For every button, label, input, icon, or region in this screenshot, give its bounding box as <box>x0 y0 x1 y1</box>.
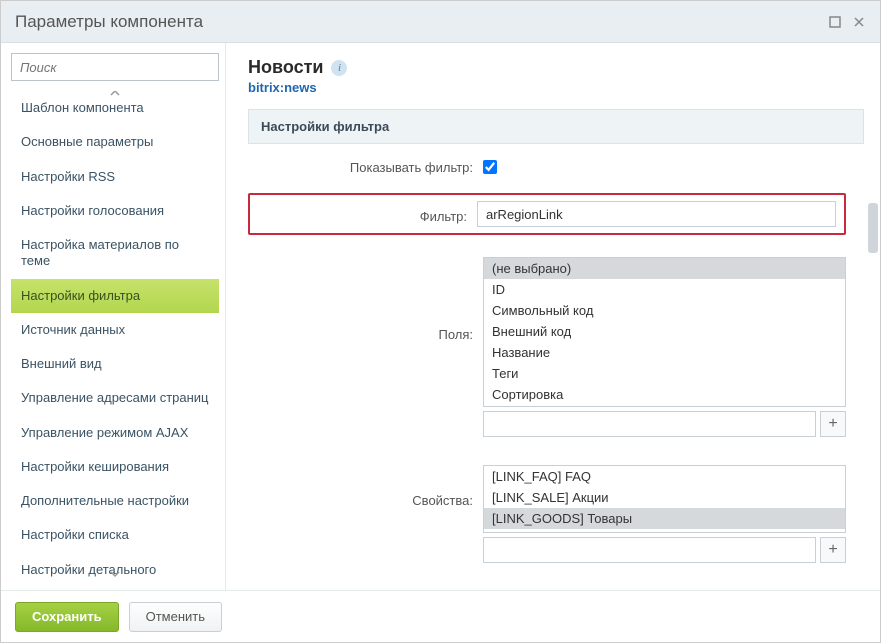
list-option[interactable]: Теги <box>484 363 845 384</box>
component-name: bitrix:news <box>248 80 864 95</box>
save-button[interactable]: Сохранить <box>15 602 119 632</box>
label-props: Свойства: <box>248 465 483 508</box>
sidebar-item[interactable]: Основные параметры <box>11 125 219 159</box>
sidebar-item[interactable]: Управление режимом AJAX <box>11 416 219 450</box>
dialog: Параметры компонента Шаблон компонентаОс… <box>0 0 881 643</box>
sidebar-item[interactable]: Внешний вид <box>11 347 219 381</box>
titlebar: Параметры компонента <box>1 1 880 43</box>
row-show-filter: Показывать фильтр: <box>248 156 846 177</box>
list-option[interactable]: (не выбрано) <box>484 258 845 279</box>
footer: Сохранить Отменить <box>1 590 880 642</box>
search-wrap <box>11 53 219 81</box>
scroll-up-icon[interactable] <box>107 91 123 101</box>
show-filter-checkbox[interactable] <box>483 160 497 174</box>
cancel-button[interactable]: Отменить <box>129 602 222 632</box>
info-icon[interactable]: i <box>331 60 347 76</box>
heading: Новости i <box>248 57 864 78</box>
nav-wrap: Шаблон компонентаОсновные параметрыНастр… <box>11 91 219 580</box>
row-filter: Фильтр: <box>248 193 846 235</box>
field-fields: (не выбрано)IDСимвольный кодВнешний кодН… <box>483 257 846 437</box>
label-fields: Поля: <box>248 257 483 342</box>
scroll-down-icon[interactable] <box>107 566 123 580</box>
sidebar-item[interactable]: Источник данных <box>11 313 219 347</box>
sidebar-item[interactable]: Настройки списка <box>11 518 219 552</box>
props-add-input[interactable] <box>483 537 816 563</box>
label-filter: Фильтр: <box>258 205 477 224</box>
form: Показывать фильтр: Фильтр: Поля: <box>248 144 864 590</box>
list-option[interactable]: Символьный код <box>484 300 845 321</box>
sidebar-item[interactable]: Настройки голосования <box>11 194 219 228</box>
component-title: Новости <box>248 57 323 78</box>
field-props: [LINK_FAQ] FAQ[LINK_SALE] Акции[LINK_GOO… <box>483 465 846 563</box>
label-show-filter: Показывать фильтр: <box>248 156 483 175</box>
fields-add-input[interactable] <box>483 411 816 437</box>
props-add-row: + <box>483 537 846 563</box>
field-show-filter <box>483 156 846 177</box>
list-option[interactable]: [LINK_SALE] Акции <box>484 487 845 508</box>
list-option[interactable]: Название <box>484 342 845 363</box>
fields-add-button[interactable]: + <box>820 411 846 437</box>
list-option[interactable]: Внешний код <box>484 321 845 342</box>
maximize-icon[interactable] <box>828 15 842 29</box>
list-option[interactable]: [LINK_FAQ] FAQ <box>484 466 845 487</box>
sidebar-nav: Шаблон компонентаОсновные параметрыНастр… <box>11 91 219 580</box>
field-filter <box>477 201 836 227</box>
sidebar-item[interactable]: Настройки фильтра <box>11 279 219 313</box>
section-header: Настройки фильтра <box>248 109 864 144</box>
fields-select[interactable]: (не выбрано)IDСимвольный кодВнешний кодН… <box>483 257 846 407</box>
close-icon[interactable] <box>852 15 866 29</box>
main-scrollbar-track[interactable] <box>868 143 878 523</box>
filter-highlight: Фильтр: <box>248 193 846 235</box>
props-select[interactable]: [LINK_FAQ] FAQ[LINK_SALE] Акции[LINK_GOO… <box>483 465 846 533</box>
dialog-title: Параметры компонента <box>15 12 818 32</box>
sidebar-item[interactable]: Настройки кеширования <box>11 450 219 484</box>
row-fields: Поля: (не выбрано)IDСимвольный кодВнешни… <box>248 257 846 437</box>
sidebar: Шаблон компонентаОсновные параметрыНастр… <box>1 43 226 590</box>
dialog-body: Шаблон компонентаОсновные параметрыНастр… <box>1 43 880 590</box>
filter-input[interactable] <box>477 201 836 227</box>
list-option[interactable]: [LINK_GOODS] Товары <box>484 508 845 529</box>
search-input[interactable] <box>11 53 219 81</box>
main-scrollbar-thumb[interactable] <box>868 203 878 253</box>
sidebar-item[interactable]: Управление адресами страниц <box>11 381 219 415</box>
list-option[interactable]: Описание для анонса <box>484 405 845 407</box>
sidebar-item[interactable]: Настройка материалов по теме <box>11 228 219 279</box>
sidebar-item[interactable]: Настройки RSS <box>11 160 219 194</box>
sidebar-item[interactable]: Дополнительные настройки <box>11 484 219 518</box>
props-add-button[interactable]: + <box>820 537 846 563</box>
list-option[interactable]: Сортировка <box>484 384 845 405</box>
list-option[interactable]: ID <box>484 279 845 300</box>
row-props: Свойства: [LINK_FAQ] FAQ[LINK_SALE] Акци… <box>248 465 846 563</box>
fields-add-row: + <box>483 411 846 437</box>
main: Новости i bitrix:news Настройки фильтра … <box>226 43 880 590</box>
